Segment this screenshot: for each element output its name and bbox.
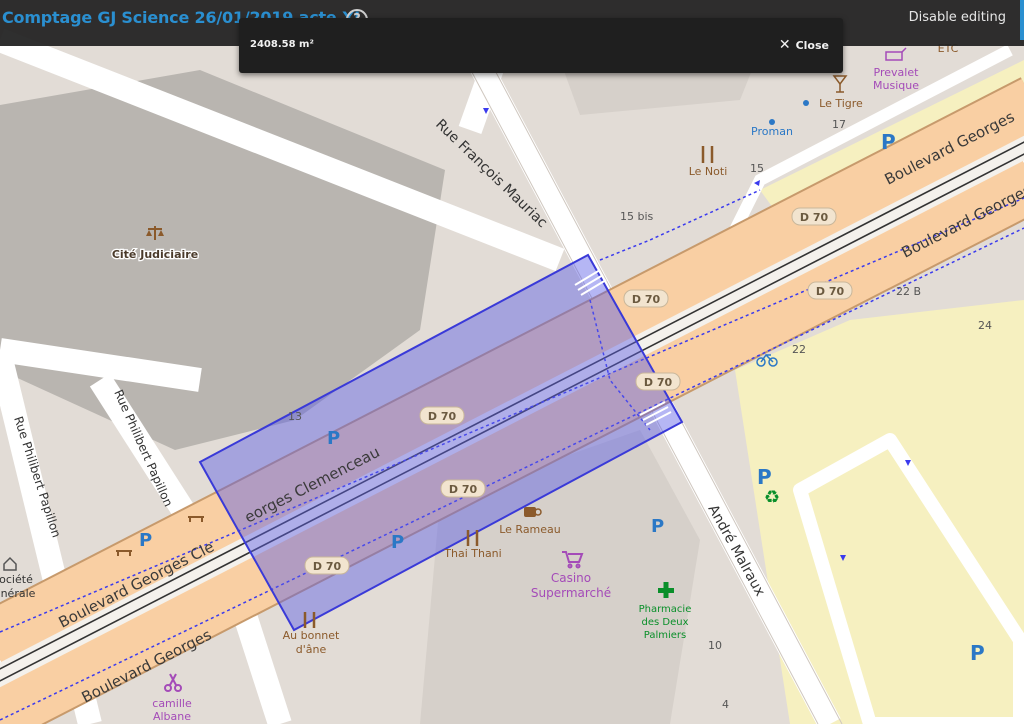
poi-label-prevalet-musique: Musique [873, 79, 919, 92]
poi-label-prevalet: Prevalet [874, 66, 920, 79]
poi-label-pharmacie: Pharmacie [639, 604, 692, 615]
house-number: 22 B [896, 285, 921, 298]
bicycle-parking-icon: P [327, 428, 340, 449]
bicycle-parking-icon: P [651, 516, 664, 537]
road-ref-shield: D 70 [440, 479, 486, 498]
poi-label-generale: nérale [1, 587, 36, 600]
parking-icon: P [757, 465, 772, 489]
svg-text:♻: ♻ [764, 487, 780, 508]
road-ref-shield: D 70 [635, 372, 681, 391]
poi-label-au-bonnet: Au bonnet [283, 629, 340, 642]
area-measurement: 2408.58 m² [250, 39, 314, 50]
road-ref-shield: D 70 [807, 281, 853, 300]
house-number: 15 [750, 162, 764, 175]
road-ref-shield: D 70 [304, 556, 350, 575]
house-number: 10 [708, 639, 722, 652]
map-canvas[interactable]: Rue François Mauriac Rue Philibert Papil… [0, 0, 1024, 724]
svg-text:D 70: D 70 [816, 285, 845, 298]
shop-dot-icon [803, 100, 809, 106]
bicycle-parking-icon: P [391, 532, 404, 553]
road-ref-shield: D 70 [419, 406, 465, 425]
bicycle-parking-icon: P [139, 530, 152, 551]
parking-icon: P [881, 130, 896, 154]
header-accent-strip [1020, 0, 1024, 40]
recycling-icon: ♻ [764, 487, 780, 508]
house-number: 15 bis [620, 210, 654, 223]
measurement-popup: 2408.58 m² ✕ Close [239, 18, 843, 73]
road-ref-shield: D 70 [791, 207, 837, 226]
svg-text:D 70: D 70 [632, 293, 661, 306]
poi-label-le-tigre: Le Tigre [819, 97, 863, 110]
poi-label-casino: Casino [551, 571, 591, 585]
close-button[interactable]: ✕ Close [779, 37, 829, 53]
poi-label-le-rameau: Le Rameau [499, 523, 561, 536]
poi-label-camille: camille [152, 697, 192, 710]
house-number: 4 [722, 698, 729, 711]
svg-text:D 70: D 70 [313, 560, 342, 573]
poi-label-cite-judiciaire: Cité Judiciaire [112, 248, 198, 261]
poi-label-le-noti: Le Noti [689, 165, 728, 178]
poi-label-societe: ociété [0, 573, 33, 586]
poi-label-albane: Albane [153, 710, 191, 723]
svg-text:D 70: D 70 [800, 211, 829, 224]
poi-label-proman: Proman [751, 125, 793, 138]
close-icon: ✕ [778, 37, 791, 53]
disable-editing-button[interactable]: Disable editing [909, 10, 1006, 25]
poi-label-des-deux: des Deux [642, 617, 689, 628]
poi-label-au-bonnet-ane: d'âne [296, 643, 327, 656]
house-number: 17 [832, 118, 846, 131]
house-number: 22 [792, 343, 806, 356]
close-label: Close [795, 39, 829, 52]
house-number: 13 [288, 410, 302, 423]
house-number: 24 [978, 319, 992, 332]
poi-label-palmiers: Palmiers [644, 630, 686, 641]
road-ref-shield: D 70 [623, 289, 669, 308]
poi-label-thai-thani: Thai Thani [443, 547, 501, 560]
svg-text:D 70: D 70 [644, 376, 673, 389]
svg-text:D 70: D 70 [449, 483, 478, 496]
svg-text:D 70: D 70 [428, 410, 457, 423]
poi-label-supermarche: Supermarché [531, 586, 611, 600]
parking-icon: P [970, 641, 985, 665]
